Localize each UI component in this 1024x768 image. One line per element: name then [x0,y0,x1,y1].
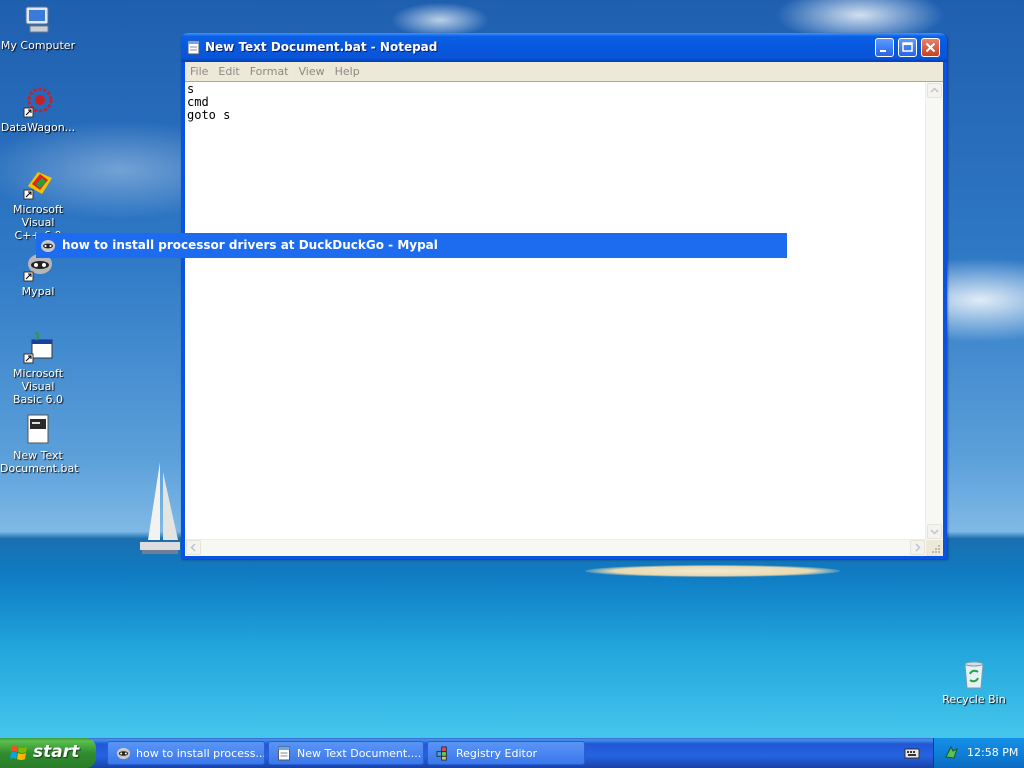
scroll-left-button[interactable] [186,540,201,555]
text-editor[interactable]: s cmd goto s [185,81,943,556]
taskbar-button-label: Registry Editor [456,747,538,760]
menu-bar: File Edit Format View Help [185,62,943,81]
menu-view[interactable]: View [294,62,330,78]
taskbar-button-notepad[interactable]: New Text Document.... [268,741,424,765]
taskbar-tooltip: how to install processor drivers at Duck… [36,233,787,258]
maximize-button[interactable] [898,38,917,57]
desktop-icon-label: Recycle Bin [942,693,1006,706]
start-button[interactable]: start [0,738,96,768]
chevron-left-icon [190,543,196,552]
notepad-icon [278,746,290,761]
resize-grip-icon [932,545,940,553]
keyboard-icon[interactable] [904,746,920,760]
menu-help[interactable]: Help [330,62,365,78]
datawagon-icon [22,86,54,118]
mypal-raccoon-icon [41,240,55,252]
desktop-icon-visual-cpp[interactable]: Microsoft Visual C++ 6.0 [0,168,76,242]
resize-grip[interactable] [926,540,943,556]
clock[interactable]: 12:58 PM [967,746,1018,759]
chevron-down-icon [930,529,939,535]
desktop-icon-recycle-bin[interactable]: Recycle Bin [936,658,1012,706]
taskbar-button-label: New Text Document.... [297,747,422,760]
notepad-client-area: File Edit Format View Help s cmd goto s [185,62,943,556]
taskbar-button-registry-editor[interactable]: Registry Editor [427,741,585,765]
start-label: start [33,742,80,762]
tooltip-text: how to install processor drivers at Duck… [62,238,438,252]
desktop-icon-label: DataWagon... [0,121,76,134]
horizontal-scrollbar[interactable] [185,539,926,556]
menu-edit[interactable]: Edit [213,62,244,78]
desktop-icon-visual-basic[interactable]: Microsoft Visual Basic 6.0 [0,331,76,406]
scroll-right-button[interactable] [910,540,925,555]
notepad-title-bar[interactable]: New Text Document.bat - Notepad [181,33,947,62]
wallpaper-sailboat [140,462,180,554]
editor-content[interactable]: s cmd goto s [187,83,230,122]
desktop-icon-new-text-document[interactable]: New Text Document.bat [0,414,79,475]
batch-file-icon [22,414,54,446]
vertical-scrollbar[interactable] [925,82,943,540]
windows-flag-icon [10,746,27,760]
notepad-window[interactable]: New Text Document.bat - Notepad File Edit… [181,33,947,559]
minimize-button[interactable] [875,38,894,57]
desktop-icon-label: My Computer [0,39,76,52]
scroll-up-button[interactable] [927,83,942,98]
network-icon[interactable] [944,745,959,760]
chevron-right-icon [915,543,921,552]
menu-format[interactable]: Format [245,62,294,78]
window-title: New Text Document.bat - Notepad [205,40,438,54]
my-computer-icon [22,4,54,36]
desktop-icon-my-computer[interactable]: My Computer [0,4,76,52]
close-button[interactable] [921,38,940,57]
minimize-icon [880,50,886,52]
wallpaper-island [585,565,840,577]
menu-file[interactable]: File [185,62,213,78]
desktop-icon-label: Mypal [21,285,55,298]
desktop-icon-label: Microsoft Visual Basic 6.0 [12,367,64,406]
scroll-down-button[interactable] [927,524,942,539]
taskbar-button-mypal[interactable]: how to install process... [107,741,265,765]
mypal-raccoon-icon [116,747,131,760]
notepad-icon [187,40,200,55]
close-icon [925,42,936,53]
visual-cpp-icon [22,168,54,200]
visual-basic-icon [22,331,54,364]
recycle-bin-icon [958,658,990,690]
taskbar-button-label: how to install process... [136,747,265,760]
taskbar: start how to install process... New Text… [0,738,1024,768]
chevron-up-icon [930,87,939,93]
maximize-icon [902,42,913,52]
desktop-icon-label: New Text Document.bat [0,449,79,475]
registry-editor-icon [436,746,447,761]
desktop-icon-datawagon[interactable]: DataWagon... [0,86,76,134]
system-tray: 12:58 PM [933,738,1024,768]
